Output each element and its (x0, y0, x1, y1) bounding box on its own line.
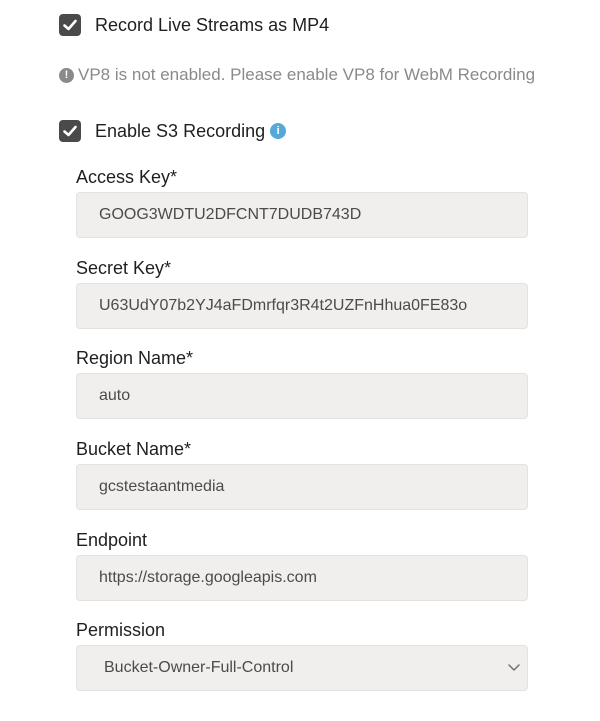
endpoint-label: Endpoint (76, 530, 148, 550)
record-mp4-checkbox[interactable] (59, 14, 81, 36)
checkmark-icon (63, 19, 77, 31)
record-mp4-row[interactable]: Record Live Streams as MP4 (59, 14, 329, 36)
chevron-down-icon (508, 664, 520, 671)
exclamation-circle-icon: ! (59, 67, 74, 83)
info-icon[interactable]: i (270, 123, 287, 139)
access-key-input[interactable]: GOOG3WDTU2DFCNT7DUDB743D (76, 192, 528, 238)
access-key-label: Access Key* (76, 167, 178, 187)
permission-label: Permission (76, 620, 166, 640)
permission-select[interactable]: Bucket-Owner-Full-Control (76, 645, 528, 691)
checkmark-icon (63, 125, 77, 137)
s3-recording-row[interactable]: Enable S3 Recording i (59, 120, 287, 142)
region-name-input[interactable]: auto (76, 373, 528, 419)
endpoint-input[interactable]: https://storage.googleapis.com (76, 555, 528, 601)
bucket-name-input[interactable]: gcstestaantmedia (76, 464, 528, 510)
s3-recording-checkbox[interactable] (59, 120, 81, 142)
bucket-name-label: Bucket Name* (76, 439, 192, 459)
vp8-warning-text: VP8 is not enabled. Please enable VP8 fo… (78, 65, 536, 84)
region-name-label: Region Name* (76, 348, 194, 368)
permission-selected-value: Bucket-Owner-Full-Control (104, 659, 294, 676)
secret-key-label: Secret Key* (76, 258, 172, 278)
secret-key-input[interactable]: U63UdY07b2YJ4aFDmrfqr3R4t2UZFnHhua0FE83o (76, 283, 528, 329)
s3-recording-label: Enable S3 Recording (95, 120, 266, 141)
vp8-warning: ! VP8 is not enabled. Please enable VP8 … (59, 65, 535, 85)
record-mp4-label: Record Live Streams as MP4 (95, 14, 330, 35)
